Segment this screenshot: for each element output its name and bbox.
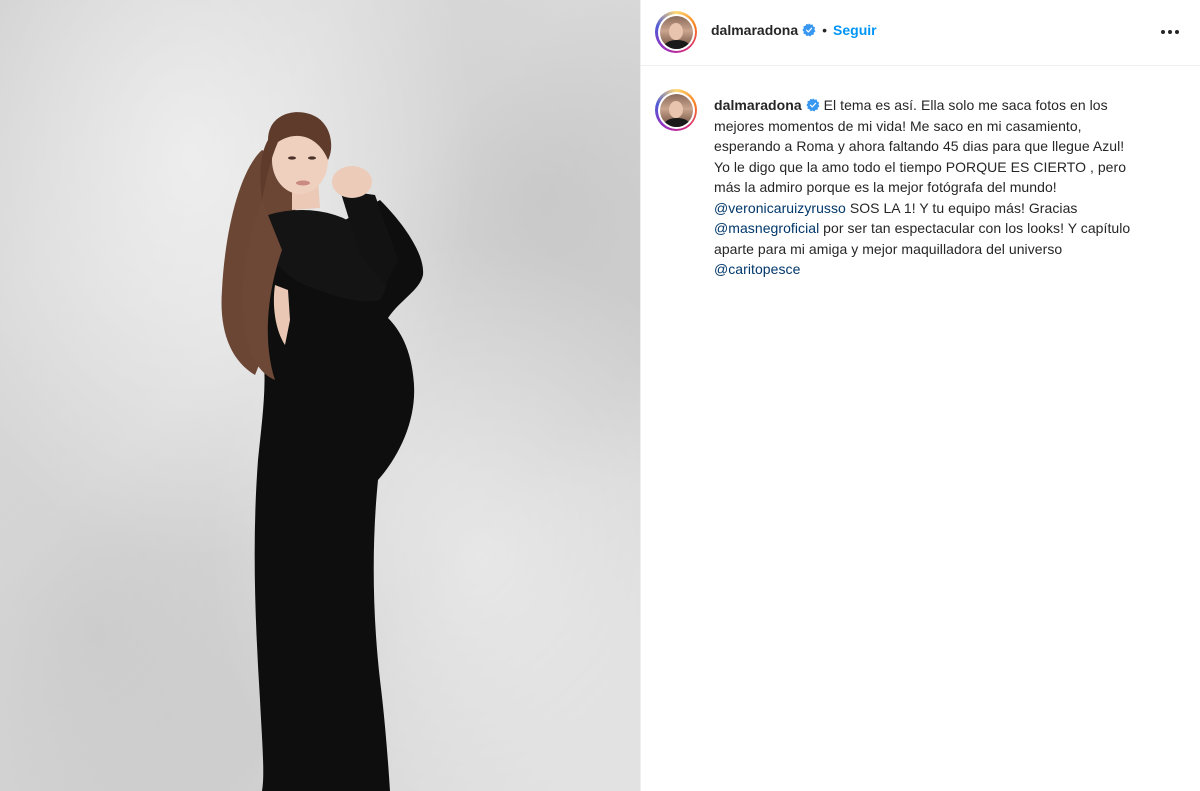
caption-line-3: esperando a Roma y ahora faltando 45 dia…: [714, 138, 1125, 154]
header-author-row: dalmaradona • Seguir: [711, 22, 877, 38]
mention-link[interactable]: @masnegroficial: [714, 220, 819, 236]
caption-line-7: @masnegroficial por ser tan espectacular…: [714, 218, 1174, 239]
caption-line-6: @veronicaruizyrusso SOS LA 1! Y tu equip…: [714, 198, 1174, 219]
caption-line-4: Yo le digo que la amo todo el tiempo POR…: [714, 158, 1127, 175]
verified-badge-icon: [802, 23, 816, 37]
caption-text: El tema es así. Ella solo me saca fotos …: [823, 97, 1108, 113]
caption-line-2: mejores momentos de mi vida! Me saco en …: [714, 117, 1082, 134]
caption-line-8: aparte para mi amiga y mejor maquillador…: [714, 240, 1063, 257]
post-header: dalmaradona • Seguir: [641, 0, 1200, 66]
header-username[interactable]: dalmaradona: [711, 22, 798, 38]
caption-line-1: dalmaradona El tema es así. Ella solo me…: [714, 95, 1174, 116]
post-details-panel: dalmaradona • Seguir dalmaradona El tema…: [641, 0, 1200, 791]
mention-link[interactable]: @caritopesce: [714, 261, 800, 277]
more-options-icon[interactable]: [1158, 22, 1182, 42]
caption-username[interactable]: dalmaradona: [714, 97, 802, 113]
caption-author-avatar[interactable]: [655, 89, 697, 131]
post-photo[interactable]: [0, 0, 640, 791]
avatar-image: [659, 93, 693, 127]
caption-text: por ser tan espectacular con los looks! …: [819, 220, 1131, 236]
caption-text: SOS LA 1! Y tu equipo más! Gracias: [845, 199, 1078, 216]
follow-button[interactable]: Seguir: [833, 22, 877, 38]
author-avatar[interactable]: [655, 11, 697, 53]
separator-dot: •: [822, 22, 828, 38]
caption-line-9: @caritopesce: [714, 259, 1174, 280]
post-caption: dalmaradona El tema es así. Ella solo me…: [714, 95, 1174, 280]
avatar-image: [659, 15, 693, 49]
caption-line-5: más la admiro porque es la mejor fotógra…: [714, 179, 1057, 195]
mention-link[interactable]: @veronicaruizyrusso: [714, 200, 846, 216]
photo-illustration: [221, 112, 424, 791]
verified-badge-icon: [806, 98, 820, 112]
